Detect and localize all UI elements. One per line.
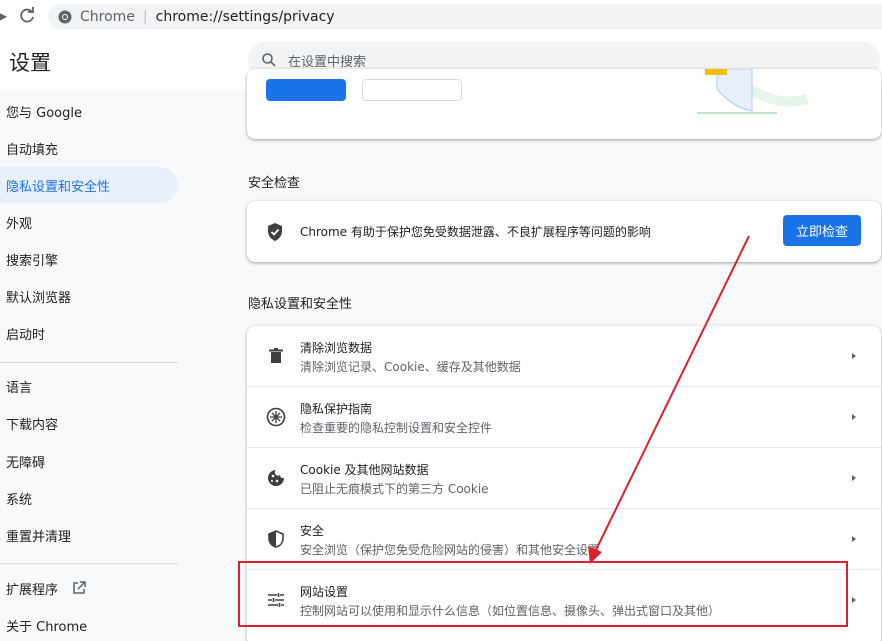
chevron-right-icon — [852, 536, 856, 542]
sidebar-item-label: 关于 Chrome — [6, 619, 88, 635]
row-subtitle: 安全浏览（保护您免受危险网站的侵害）和其他安全设置 — [300, 543, 601, 557]
row-cookies[interactable]: Cookie 及其他网站数据 已阻止无痕模式下的第三方 Cookie — [247, 448, 881, 508]
main-content: 安全检查 Chrome 有助于保护您免受数据泄露、不良扩展程序等问题的影响 立即… — [190, 69, 882, 641]
chrome-icon — [58, 10, 72, 23]
sidebar-item-about-chrome[interactable]: 关于 Chrome — [0, 607, 178, 641]
page-title: 设置 — [9, 51, 51, 75]
sidebar-item-autofill[interactable]: 自动填充 — [0, 130, 178, 166]
sidebar-item-label: 默认浏览器 — [6, 290, 72, 306]
sidebar-item-label: 隐私设置和安全性 — [6, 179, 111, 195]
chevron-right-icon — [852, 597, 856, 603]
sidebar-item-label: 外观 — [6, 216, 33, 232]
sidebar-item-privacy-security[interactable]: 隐私设置和安全性 — [0, 167, 178, 203]
promo-primary-button[interactable] — [266, 79, 346, 101]
row-title: Cookie 及其他网站数据 — [300, 463, 429, 477]
security-shield-icon — [265, 528, 287, 550]
sidebar-item-reset[interactable]: 重置并清理 — [0, 517, 178, 553]
trash-icon — [265, 345, 287, 367]
privacy-guide-promo-card — [247, 69, 881, 139]
chevron-right-icon — [852, 475, 856, 481]
omnibox-separator: | — [142, 8, 148, 25]
omnibox[interactable]: Chrome | chrome://settings/privacy — [48, 4, 882, 29]
sidebar-item-label: 启动时 — [6, 327, 46, 343]
sidebar-item-label: 系统 — [6, 492, 33, 508]
sidebar-item-languages[interactable]: 语言 — [0, 368, 178, 404]
shield-check-icon — [268, 223, 282, 241]
row-title: 清除浏览数据 — [300, 341, 373, 355]
sidebar-item-accessibility[interactable]: 无障碍 — [0, 443, 178, 479]
privacy-guide-icon — [265, 406, 287, 428]
chevron-right-icon — [852, 353, 856, 359]
open-in-new-icon — [73, 581, 86, 594]
sidebar-item-search-engine[interactable]: 搜索引擎 — [0, 241, 178, 277]
sidebar-divider — [0, 563, 178, 564]
row-subtitle: 已阻止无痕模式下的第三方 Cookie — [300, 482, 489, 496]
check-now-button[interactable]: 立即检查 — [783, 215, 861, 246]
sidebar-item-label: 扩展程序 — [6, 582, 59, 598]
sidebar-item-system[interactable]: 系统 — [0, 480, 178, 516]
promo-secondary-button[interactable] — [362, 79, 462, 101]
sidebar-item-label: 无障碍 — [6, 455, 46, 471]
sidebar: 您与 Google 自动填充 隐私设置和安全性 外观 搜索引擎 默认浏览器 启动… — [0, 89, 190, 641]
sidebar-item-label: 搜索引擎 — [6, 253, 59, 269]
sidebar-divider — [0, 362, 178, 363]
safety-check-section-title: 安全检查 — [248, 176, 301, 191]
sidebar-item-label: 语言 — [6, 380, 33, 396]
sidebar-item-label: 下载内容 — [6, 417, 59, 433]
sidebar-item-label: 重置并清理 — [6, 529, 72, 545]
safety-check-description: Chrome 有助于保护您免受数据泄露、不良扩展程序等问题的影响 — [300, 225, 651, 239]
row-subtitle: 检查重要的隐私控制设置和安全控件 — [300, 421, 493, 435]
cookie-icon — [265, 467, 287, 489]
reload-icon[interactable] — [18, 7, 36, 25]
sidebar-item-downloads[interactable]: 下载内容 — [0, 405, 178, 441]
omnibox-site-name: Chrome — [80, 8, 135, 25]
row-title: 隐私保护指南 — [300, 402, 373, 416]
sidebar-item-you-and-google[interactable]: 您与 Google — [0, 93, 178, 129]
sidebar-item-on-startup[interactable]: 启动时 — [0, 315, 178, 351]
sidebar-item-default-browser[interactable]: 默认浏览器 — [0, 278, 178, 314]
sidebar-item-extensions[interactable]: 扩展程序 — [0, 570, 178, 606]
row-security[interactable]: 安全 安全浏览（保护您免受危险网站的侵害）和其他安全设置 — [247, 509, 881, 569]
row-title: 安全 — [300, 524, 325, 538]
forward-icon[interactable]: ▶ — [0, 8, 8, 24]
row-subtitle: 清除浏览记录、Cookie、缓存及其他数据 — [300, 360, 521, 374]
annotation-highlight-box — [238, 561, 848, 627]
chevron-right-icon — [852, 414, 856, 420]
sidebar-item-label: 您与 Google — [6, 105, 82, 121]
sidebar-item-label: 自动填充 — [6, 142, 59, 158]
row-privacy-guide[interactable]: 隐私保护指南 检查重要的隐私控制设置和安全控件 — [247, 387, 881, 447]
safety-check-card: Chrome 有助于保护您免受数据泄露、不良扩展程序等问题的影响 立即检查 — [247, 201, 881, 262]
row-clear-browsing-data[interactable]: 清除浏览数据 清除浏览记录、Cookie、缓存及其他数据 — [247, 326, 881, 386]
promo-illustration — [697, 69, 809, 114]
search-icon — [262, 53, 276, 67]
search-placeholder: 在设置中搜索 — [288, 54, 367, 70]
sidebar-item-appearance[interactable]: 外观 — [0, 204, 178, 240]
omnibox-url: chrome://settings/privacy — [155, 8, 335, 25]
privacy-section-title: 隐私设置和安全性 — [248, 297, 353, 312]
address-bar: ▶ Chrome | chrome://settings/privacy — [0, 0, 882, 33]
